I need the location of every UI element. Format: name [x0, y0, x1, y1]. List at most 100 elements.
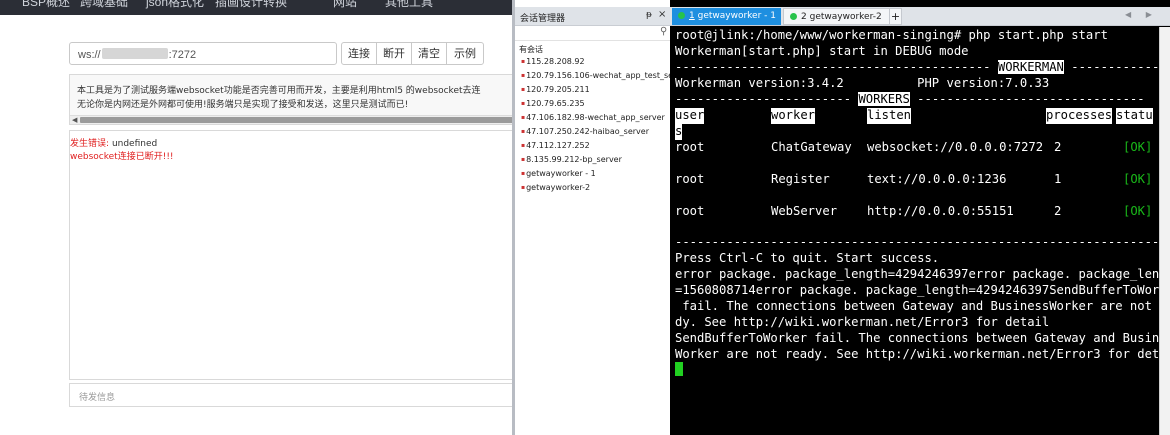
connect-button[interactable]: 连接 [341, 42, 377, 65]
terminal-line: Workerman version:3.4.2 PHP version:7.0.… [675, 76, 1050, 90]
terminal-window: 1 getwayworker - 1× 2 getwayworker-2× + … [670, 0, 1170, 435]
session-item[interactable]: ▪115.28.208.92 [521, 57, 585, 66]
session-item[interactable]: ▪120.79.156.106-wechat_app_test_serv [521, 71, 670, 80]
worker-name: WebServer [771, 204, 838, 218]
workerman-banner: WORKERMAN [997, 60, 1064, 74]
scrollbar-thumb[interactable] [80, 117, 512, 123]
worker-name: Register [771, 172, 830, 186]
websocket-url-input[interactable]: ws:// :7272 [69, 42, 337, 65]
server-icon: ▪ [521, 58, 526, 65]
session-item[interactable]: ▪getwayworker-2 [521, 183, 590, 192]
connected-status-icon [678, 12, 685, 19]
server-icon: ▪ [521, 72, 526, 79]
worker-listen: websocket://0.0.0.0:7272 [867, 140, 1044, 154]
terminal-line: Worker are not ready. See http://wiki.wo… [675, 347, 1170, 361]
col-header-worker: worker [771, 108, 816, 124]
terminal-cursor [675, 362, 683, 376]
terminal-line: error package. package_length=4294246397… [675, 267, 1170, 281]
tab-scroll-arrows-icon[interactable]: ◀ ▶ [1125, 10, 1158, 19]
websocket-test-page: BSP概述 跨域基础 json格式化 插画设计转换 网站 其他工具 ws://:… [0, 0, 512, 435]
terminal-line: SendBufferToWorker fail. The connections… [675, 331, 1170, 345]
terminal-line: fail. The connections between Gateway an… [675, 299, 1170, 313]
tab-session-2[interactable]: 2 getwayworker-2× [783, 8, 895, 25]
worker-listen: http://0.0.0.0:55151 [867, 204, 1014, 218]
server-icon: ▪ [521, 170, 526, 177]
terminal-line: Press Ctrl-C to quit. Start success. [675, 251, 940, 265]
close-icon[interactable]: × [658, 9, 666, 20]
server-icon: ▪ [521, 142, 526, 149]
col-header-user: user [675, 108, 705, 124]
terminal-separator: ----------------------------------------… [675, 235, 1170, 249]
server-icon: ▪ [521, 184, 526, 191]
worker-status-ok: [OK] [1123, 140, 1153, 154]
session-item[interactable]: ▪8.135.99.212-bp_server [521, 155, 622, 164]
server-icon: ▪ [521, 114, 526, 121]
session-group-label[interactable]: 有会话 [519, 44, 543, 55]
nav-item-2[interactable]: 跨域基础 [80, 0, 128, 10]
top-navigation-bar: BSP概述 跨域基础 json格式化 插画设计转换 网站 其他工具 [0, 0, 512, 15]
terminal-line: ----------------------------------------… [675, 60, 1170, 74]
message-input[interactable]: 待发信息 [69, 383, 512, 407]
search-icon[interactable]: ⚲ [660, 26, 667, 37]
url-port: :7272 [168, 49, 197, 61]
nav-item-1[interactable]: BSP概述 [22, 0, 70, 10]
add-tab-button[interactable]: + [889, 8, 902, 25]
example-button[interactable]: 示例 [446, 42, 484, 65]
terminal-tab-bar: 1 getwayworker - 1× 2 getwayworker-2× + … [670, 7, 1170, 26]
pin-icon[interactable]: ᵽ [646, 10, 652, 20]
server-icon: ▪ [521, 86, 526, 93]
col-header-status: statu [1116, 108, 1153, 124]
terminal-line: Workerman[start.php] start in DEBUG mode [675, 44, 969, 58]
description-horizontal-scrollbar[interactable]: ◀ [70, 115, 512, 124]
session-item[interactable]: ▪47.112.127.252 [521, 141, 590, 150]
connected-status-icon [790, 13, 797, 20]
url-prefix: ws:// [78, 49, 101, 61]
terminal-line: ------------------------ WORKERS -------… [675, 92, 1145, 106]
nav-item-5[interactable]: 网站 [333, 0, 357, 10]
worker-user: root [675, 204, 705, 218]
worker-processes: 2 [1054, 204, 1062, 218]
tab-number: 1 [689, 11, 695, 21]
session-item[interactable]: ▪getwayworker - 1 [521, 169, 596, 178]
terminal-line: root@jlink:/home/www/workerman-singing# … [675, 28, 1108, 42]
worker-status-ok: [OK] [1123, 204, 1153, 218]
workers-banner: WORKERS [858, 92, 910, 106]
session-manager-title: 会话管理器 [520, 14, 566, 24]
tab-label: getwayworker - 1 [697, 11, 776, 21]
server-icon: ▪ [521, 156, 526, 163]
terminal-vertical-scrollbar[interactable] [1159, 27, 1170, 435]
tab-label: getwayworker-2 [809, 12, 882, 22]
description-line-1: 本工具是为了测试服务端websocket功能是否完善可用而开发，主要是利用htm… [77, 86, 481, 96]
redacted-host [101, 48, 168, 59]
scroll-left-arrow-icon[interactable]: ◀ [72, 116, 77, 124]
error-value: undefined [111, 139, 158, 149]
worker-user: root [675, 140, 705, 154]
session-item[interactable]: ▪47.106.182.98-wechat_app_server [521, 113, 665, 122]
tab-session-1[interactable]: 1 getwayworker - 1× [672, 8, 795, 25]
disconnect-log-line: websocket连接已断开!!! [70, 152, 174, 162]
worker-user: root [675, 172, 705, 186]
description-line-2: 无论你是内网还是外网都可使用!服务端只是实现了接受和发送，这里只是测试而已! [77, 100, 409, 110]
worker-name: ChatGateway [771, 140, 852, 154]
worker-listen: text://0.0.0.0:1236 [867, 172, 1007, 186]
col-header-listen: listen [867, 108, 912, 124]
nav-item-4[interactable]: 插画设计转换 [215, 0, 287, 10]
session-manager-header: 会话管理器 ᵽ × [515, 7, 670, 26]
session-item[interactable]: ▪120.79.65.235 [521, 99, 585, 108]
nav-item-6[interactable]: 其他工具 [385, 0, 433, 10]
terminal-output[interactable]: root@jlink:/home/www/workerman-singing# … [675, 27, 1170, 435]
terminal-line: dy. See http://wiki.workerman.net/Error3… [675, 315, 1050, 329]
session-item[interactable]: ▪120.79.205.211 [521, 85, 590, 94]
worker-processes: 1 [1054, 172, 1062, 186]
server-icon: ▪ [521, 128, 526, 135]
tool-description: 本工具是为了测试服务端websocket功能是否完善可用而开发，主要是利用htm… [69, 74, 512, 125]
session-manager-panel: 会话管理器 ᵽ × ⚲ 有会话 ▪115.28.208.92 ▪120.79.1… [512, 0, 670, 435]
session-item[interactable]: ▪47.107.250.242-haibao_server [521, 127, 649, 136]
session-search-input[interactable]: ⚲ [515, 26, 670, 41]
disconnect-button[interactable]: 断开 [376, 42, 412, 65]
clear-button[interactable]: 清空 [411, 42, 447, 65]
col-header-status-wrap: s [675, 124, 683, 140]
server-icon: ▪ [521, 100, 526, 107]
tab-number: 2 [801, 12, 807, 22]
nav-item-3[interactable]: json格式化 [146, 0, 204, 10]
